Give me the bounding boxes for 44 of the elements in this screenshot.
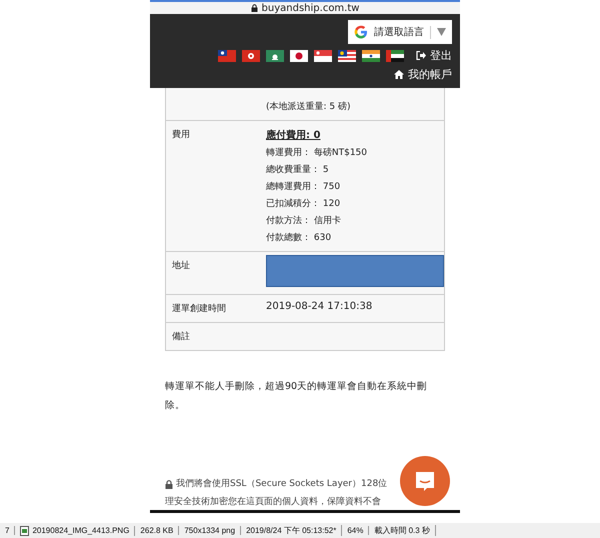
flag-icon [266, 50, 284, 62]
flag-icon [290, 50, 308, 62]
row-label: 備註 [172, 332, 190, 342]
lock-icon [250, 4, 258, 12]
security-text: 我們將會使用SSL（Secure Sockets Layer）128位 [176, 478, 388, 491]
caret-icon [437, 28, 446, 36]
flag-icon [218, 50, 236, 62]
status-text: 7 [5, 526, 10, 535]
flag-icon [242, 50, 260, 62]
security-text: 理安全技術加密您在這頁面的個人資料，保障資料不會 [165, 496, 381, 509]
status-text: 2019/8/24 下午 05:13:52* [246, 525, 336, 536]
flag-icon [314, 50, 332, 62]
image-file-icon [20, 526, 30, 536]
url-text: buyandship.com.tw [262, 2, 360, 14]
language-select[interactable]: 請選取語言 [348, 20, 452, 44]
lock-icon [165, 480, 173, 488]
status-text: 載入時間 0.3 秒 [374, 525, 430, 536]
flag-icon [386, 50, 404, 62]
row-label: 運單創建時間 [172, 304, 226, 314]
amount-due: 應付費用: 0 [266, 128, 322, 142]
home-icon [394, 70, 404, 79]
status-text: 750x1334 png [184, 526, 236, 535]
timestamp-text: 2019-08-24 17:10:38 [266, 301, 374, 312]
status-text: 20190824_IMG_4413.PNG [32, 526, 130, 535]
chat-icon [414, 470, 436, 492]
fee-detail: 轉運費用： 每磅NT$150 [266, 146, 368, 159]
flag-icon [338, 50, 356, 62]
google-logo-icon [354, 25, 368, 39]
fee-detail: 付款總數： 630 [266, 232, 332, 244]
fee-detail: 總收費重量： 5 [266, 164, 330, 176]
flag-icon [362, 50, 380, 62]
logout-link[interactable]: 登出 [416, 48, 452, 63]
chat-button[interactable] [400, 456, 450, 506]
notice-text: 轉運單不能人手刪除，超過90天的轉運單會自動在系統中刪除。 [165, 380, 428, 413]
fee-detail: 總轉運費用： 750 [266, 180, 342, 193]
fee-detail: 付款方法： 信用卡 [266, 214, 342, 227]
account-link[interactable]: 我的帳戶 [394, 67, 452, 82]
row-label: 地址 [172, 261, 190, 271]
fee-detail: 已扣減積分： 120 [266, 198, 342, 210]
sign-out-icon [416, 51, 426, 60]
status-text: 262.8 KB [140, 526, 174, 535]
status-text: 64% [347, 526, 364, 535]
row-label: 費用 [172, 130, 190, 140]
detail-text: (本地派送重量: 5 磅) [266, 100, 352, 113]
